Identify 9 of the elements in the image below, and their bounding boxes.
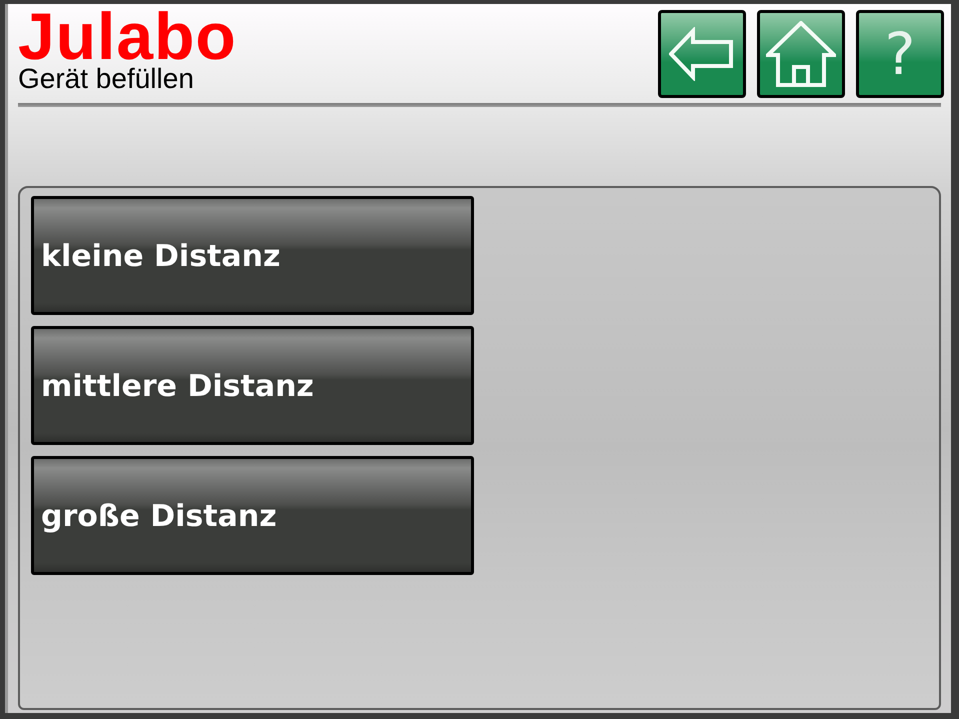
- house-icon: [766, 21, 836, 87]
- option-button[interactable]: kleine Distanz: [31, 196, 474, 315]
- home-button[interactable]: [757, 10, 845, 98]
- page-title: Gerät befüllen: [18, 62, 194, 96]
- back-button[interactable]: [658, 10, 746, 98]
- option-button[interactable]: mittlere Distanz: [31, 326, 474, 445]
- left-arrow-icon: [669, 27, 735, 81]
- logo: Julabo: [18, 10, 237, 62]
- option-button[interactable]: große Distanz: [31, 456, 474, 575]
